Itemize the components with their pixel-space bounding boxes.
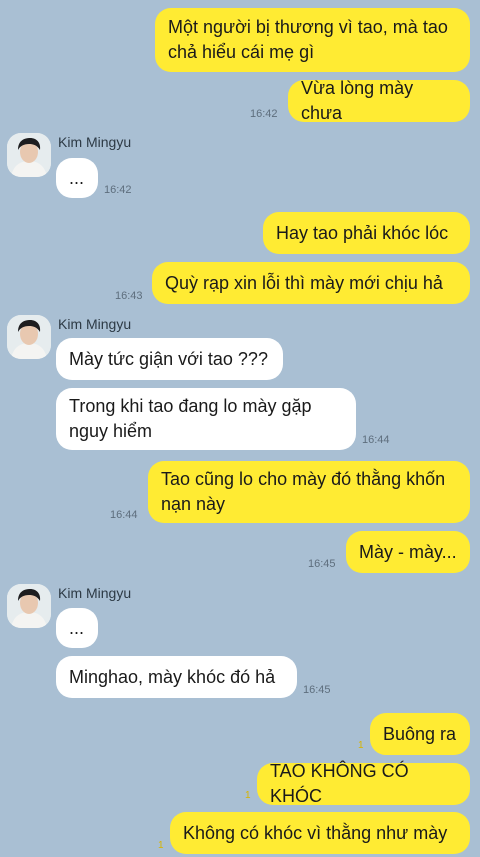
avatar-image: [7, 133, 51, 177]
message-bubble-received[interactable]: Trong khi tao đang lo mày gặp nguy hiểm: [56, 388, 356, 450]
message-bubble-received[interactable]: Mày tức giận với tao ???: [56, 338, 283, 380]
message-bubble-sent[interactable]: Không có khóc vì thằng như mày: [170, 812, 470, 854]
unread-count: 1: [358, 740, 364, 751]
message-bubble-sent[interactable]: Vừa lòng mày chưa: [288, 78, 470, 123]
message-bubble-sent[interactable]: Mày - mày...: [346, 531, 470, 573]
message-bubble-received[interactable]: ...: [56, 608, 98, 648]
message-timestamp: 16:42: [250, 108, 278, 120]
message-bubble-received[interactable]: ...: [56, 158, 98, 198]
sender-name: Kim Mingyu: [58, 585, 132, 601]
message-timestamp: 16:44: [110, 509, 138, 521]
sender-name: Kim Mingyu: [58, 316, 132, 332]
avatar[interactable]: [7, 315, 51, 359]
message-bubble-sent[interactable]: Quỳ rạp xin lỗi thì mày mới chịu hả: [152, 262, 470, 304]
message-timestamp: 16:42: [104, 184, 132, 196]
message-bubble-sent[interactable]: Một người bị thương vì tao, mà tao chả h…: [155, 8, 470, 72]
avatar[interactable]: [7, 133, 51, 177]
chat-area: Một người bị thương vì tao, mà tao chả h…: [0, 0, 480, 857]
sender-name: Kim Mingyu: [58, 134, 132, 150]
message-bubble-sent[interactable]: TAO KHÔNG CÓ KHÓC: [257, 761, 470, 806]
message-bubble-sent[interactable]: Tao cũng lo cho mày đó thằng khốn nạn nà…: [148, 461, 470, 523]
message-timestamp: 16:45: [303, 684, 331, 696]
message-timestamp: 16:44: [362, 434, 390, 446]
avatar[interactable]: [7, 584, 51, 628]
message-timestamp: 16:45: [308, 558, 336, 570]
message-timestamp: 16:43: [115, 290, 143, 302]
message-bubble-received[interactable]: Minghao, mày khóc đó hả: [56, 656, 297, 698]
message-bubble-sent[interactable]: Hay tao phải khóc lóc: [263, 212, 470, 254]
avatar-image: [7, 315, 51, 359]
unread-count: 1: [158, 840, 164, 851]
message-bubble-sent[interactable]: Buông ra: [370, 713, 470, 755]
unread-count: 1: [245, 790, 251, 801]
avatar-image: [7, 584, 51, 628]
